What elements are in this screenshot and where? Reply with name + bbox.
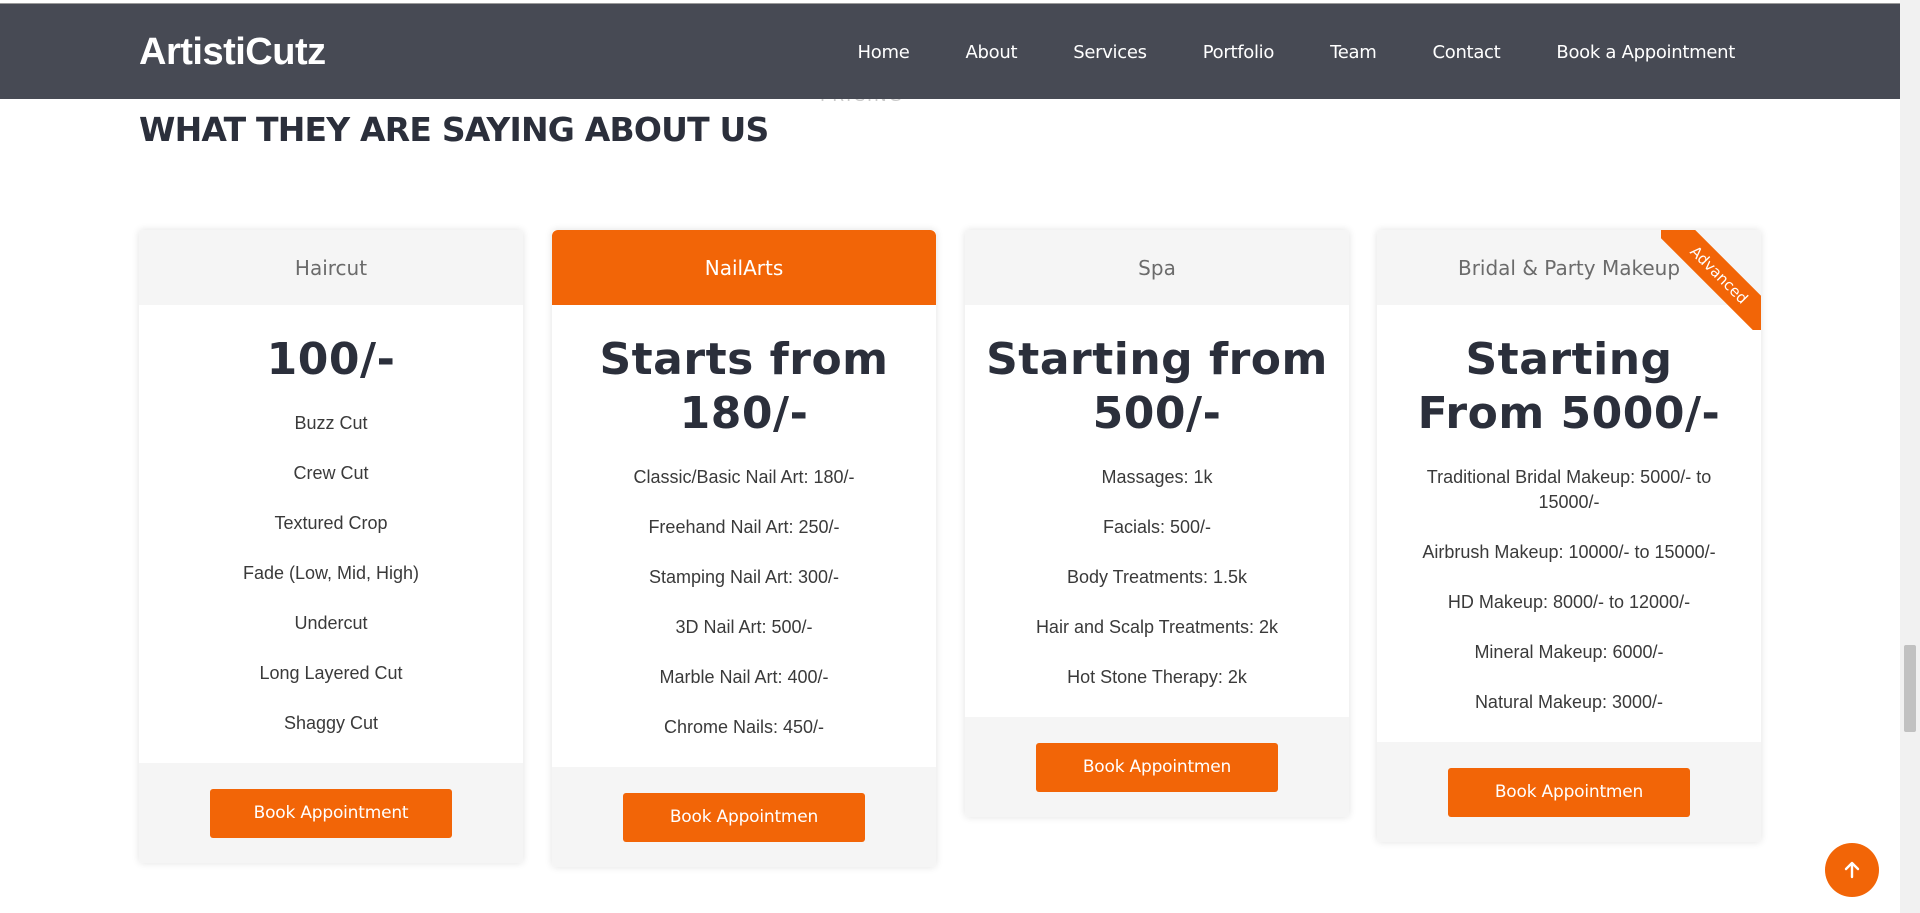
feature-item: Hot Stone Therapy: 2k xyxy=(1067,667,1247,687)
card-price: 100/- xyxy=(266,334,396,385)
card-footer: Book Appointmen xyxy=(1377,742,1761,842)
feature-item: Hair and Scalp Treatments: 2k xyxy=(1035,617,1279,637)
card-body: 100/- Buzz Cut Crew Cut Textured Crop Fa… xyxy=(139,305,523,736)
feature-list: Massages: 1k Facials: 500/- Body Treatme… xyxy=(985,465,1329,690)
nav-home[interactable]: Home xyxy=(858,42,910,63)
card-body: Starting from 500/- Massages: 1k Facials… xyxy=(965,305,1349,690)
feature-item: Facials: 500/- xyxy=(1102,517,1212,537)
feature-item: 3D Nail Art: 500/- xyxy=(675,617,813,637)
pricing-card-haircut: Haircut 100/- Buzz Cut Crew Cut Textured… xyxy=(139,230,523,863)
feature-item: Long Layered Cut xyxy=(259,663,403,683)
window-top-border xyxy=(0,0,1900,4)
feature-list: Classic/Basic Nail Art: 180/- Freehand N… xyxy=(572,465,916,740)
book-appointment-button[interactable]: Book Appointment xyxy=(210,788,452,838)
pricing-card-spa: Spa Starting from 500/- Massages: 1k Fac… xyxy=(965,230,1349,817)
nav-about[interactable]: About xyxy=(965,42,1017,63)
nav-portfolio[interactable]: Portfolio xyxy=(1203,42,1275,63)
feature-item: Freehand Nail Art: 250/- xyxy=(648,517,840,537)
feature-item: Airbrush Makeup: 10000/- to 15000/- xyxy=(1422,542,1716,562)
nav-book-appointment[interactable]: Book a Appointment xyxy=(1556,42,1735,63)
card-title: Haircut xyxy=(139,230,523,305)
site-logo[interactable]: ArtistiCutz xyxy=(139,31,326,74)
card-body: Starts from 180/- Classic/Basic Nail Art… xyxy=(552,305,936,740)
book-appointment-button[interactable]: Book Appointmen xyxy=(623,792,865,842)
feature-item: Fade (Low, Mid, High) xyxy=(242,563,420,583)
feature-list: Traditional Bridal Makeup: 5000/- to 150… xyxy=(1397,465,1741,715)
feature-item: Natural Makeup: 3000/- xyxy=(1474,692,1664,712)
ribbon-container: Advanced xyxy=(1661,230,1761,330)
back-to-top-button[interactable] xyxy=(1825,843,1879,897)
feature-item: Shaggy Cut xyxy=(283,713,379,733)
feature-item: HD Makeup: 8000/- to 12000/- xyxy=(1447,592,1691,612)
card-price: Starts from 180/- xyxy=(599,334,889,439)
feature-item: Body Treatments: 1.5k xyxy=(1066,567,1248,587)
card-footer: Book Appointmen xyxy=(965,717,1349,817)
feature-item: Marble Nail Art: 400/- xyxy=(659,667,829,687)
card-title: NailArts xyxy=(552,230,936,305)
feature-list: Buzz Cut Crew Cut Textured Crop Fade (Lo… xyxy=(159,411,503,736)
feature-item: Traditional Bridal Makeup: 5000/- to 150… xyxy=(1426,467,1712,512)
page-scrollbar[interactable] xyxy=(1900,0,1920,913)
advanced-ribbon: Advanced xyxy=(1661,230,1761,330)
feature-item: Buzz Cut xyxy=(294,413,368,433)
pricing-card-nailarts: NailArts Starts from 180/- Classic/Basic… xyxy=(552,230,936,867)
feature-item: Chrome Nails: 450/- xyxy=(663,717,825,737)
card-body: Starting From 5000/- Traditional Bridal … xyxy=(1377,305,1761,715)
book-appointment-button[interactable]: Book Appointmen xyxy=(1036,742,1278,792)
feature-item: Undercut xyxy=(294,613,368,633)
nav-team[interactable]: Team xyxy=(1330,42,1377,63)
feature-item: Mineral Makeup: 6000/- xyxy=(1474,642,1664,662)
pricing-card-bridal-makeup: Bridal & Party Makeup Advanced Starting … xyxy=(1377,230,1761,842)
book-appointment-button[interactable]: Book Appointmen xyxy=(1448,767,1690,817)
card-price: Starting From 5000/- xyxy=(1417,334,1721,439)
card-footer: Book Appointmen xyxy=(552,767,936,867)
main-nav: Home About Services Portfolio Team Conta… xyxy=(802,42,1736,63)
feature-item: Textured Crop xyxy=(274,513,388,533)
nav-services[interactable]: Services xyxy=(1073,42,1147,63)
card-title: Spa xyxy=(965,230,1349,305)
nav-contact[interactable]: Contact xyxy=(1432,42,1500,63)
feature-item: Crew Cut xyxy=(293,463,369,483)
feature-item: Classic/Basic Nail Art: 180/- xyxy=(633,467,855,487)
card-price: Starting from 500/- xyxy=(986,334,1328,439)
feature-item: Stamping Nail Art: 300/- xyxy=(648,567,840,587)
arrow-up-icon xyxy=(1844,861,1860,879)
section-title: WHAT THEY ARE SAYING ABOUT US xyxy=(139,110,769,149)
card-footer: Book Appointment xyxy=(139,763,523,863)
site-header: ArtistiCutz Home About Services Portfoli… xyxy=(0,4,1900,99)
feature-item: Massages: 1k xyxy=(1101,467,1213,487)
scrollbar-thumb[interactable] xyxy=(1904,645,1916,732)
